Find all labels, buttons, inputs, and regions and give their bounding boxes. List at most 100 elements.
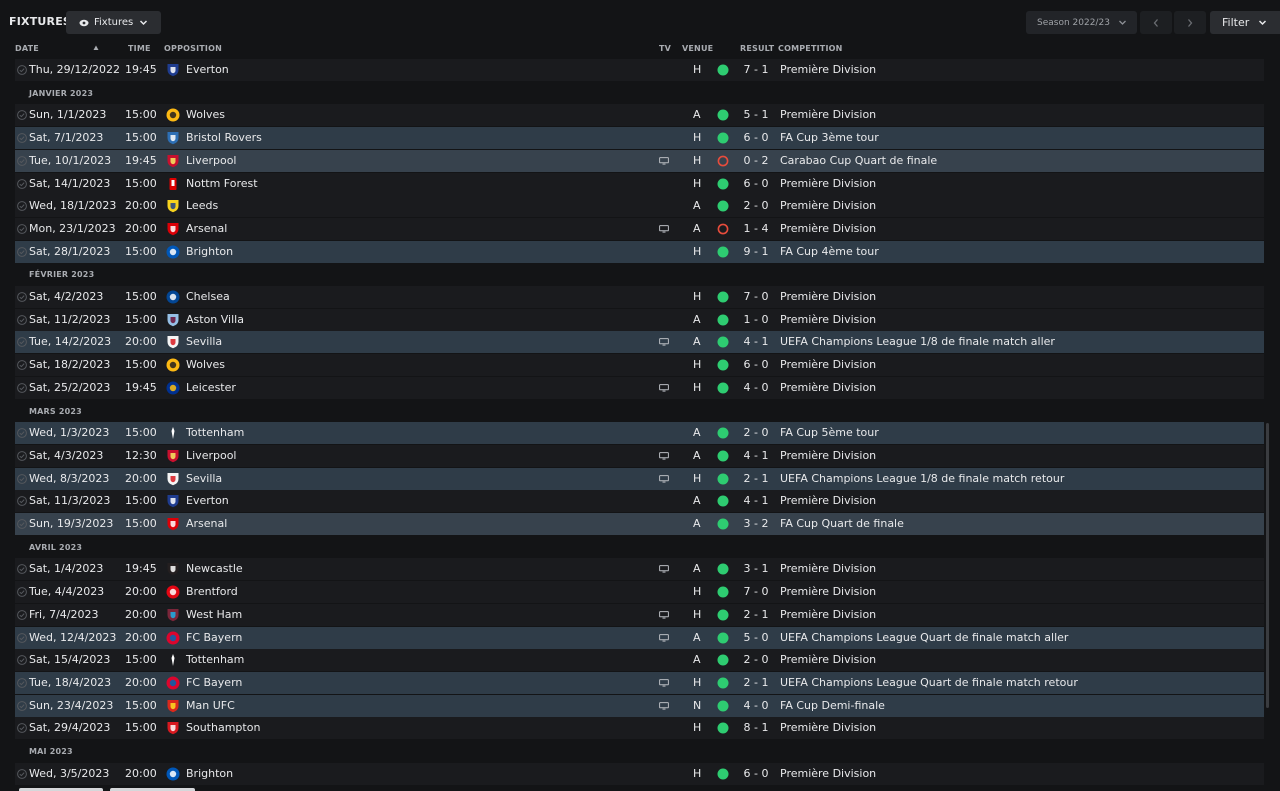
- fixture-competition[interactable]: Première Division: [780, 377, 876, 399]
- fixture-result[interactable]: 7 - 0: [743, 581, 769, 603]
- fixture-competition[interactable]: Première Division: [780, 445, 876, 467]
- fixture-opposition[interactable]: Arsenal: [186, 513, 227, 535]
- next-season-button[interactable]: [1174, 11, 1206, 34]
- fixture-row[interactable]: Sat, 4/2/2023 15:00 Chelsea H 7 - 0 Première …: [15, 286, 1264, 308]
- fixture-result[interactable]: 1 - 0: [743, 309, 769, 331]
- fixture-row[interactable]: Wed, 3/5/2023 20:00 Brighton H 6 - 0 Première…: [15, 762, 1264, 785]
- fixture-result[interactable]: 2 - 0: [743, 422, 769, 444]
- fixture-result[interactable]: 9 - 1: [743, 241, 769, 263]
- fixture-opposition[interactable]: Liverpool: [186, 150, 236, 172]
- fixture-row[interactable]: Wed, 1/3/2023 15:00 Tottenham A 2 - 0 FA Cup …: [15, 422, 1264, 445]
- fixture-competition[interactable]: Première Division: [780, 581, 876, 603]
- fixture-competition[interactable]: FA Cup Demi-finale: [780, 695, 885, 717]
- fixture-result[interactable]: 4 - 1: [743, 331, 769, 353]
- season-selector[interactable]: Season 2022/23: [1026, 11, 1137, 34]
- column-header-competition[interactable]: COMPETITION: [778, 44, 843, 54]
- fixture-result[interactable]: 3 - 2: [743, 513, 769, 535]
- fixture-row[interactable]: Sat, 14/1/2023 15:00 Nottm Forest H 6 - 0 Pre…: [15, 172, 1264, 195]
- fixture-row[interactable]: Mon, 23/1/2023 20:00 Arsenal A 1 - 4 Première…: [15, 217, 1264, 240]
- fixture-result[interactable]: 1 - 4: [743, 218, 769, 240]
- previous-season-button[interactable]: [1140, 11, 1172, 34]
- fixture-opposition[interactable]: Southampton: [186, 717, 260, 739]
- fixture-row[interactable]: Sat, 1/4/2023 19:45 Newcastle A 3 - 1 Premièr…: [15, 558, 1264, 581]
- fixture-opposition[interactable]: FC Bayern: [186, 627, 242, 649]
- fixture-result[interactable]: 6 - 0: [743, 354, 769, 376]
- fixture-opposition[interactable]: Brentford: [186, 581, 238, 603]
- fixture-competition[interactable]: Première Division: [780, 604, 876, 626]
- fixture-competition[interactable]: Première Division: [780, 195, 876, 217]
- fixture-result[interactable]: 4 - 1: [743, 490, 769, 512]
- fixture-row[interactable]: Wed, 18/1/2023 20:00 Leeds A 2 - 0 Première D…: [15, 195, 1264, 218]
- fixture-result[interactable]: 6 - 0: [743, 127, 769, 149]
- fixture-competition[interactable]: Première Division: [780, 309, 876, 331]
- fixture-competition[interactable]: UEFA Champions League Quart de finale ma…: [780, 627, 1068, 649]
- fixture-opposition[interactable]: West Ham: [186, 604, 242, 626]
- column-header-opposition[interactable]: OPPOSITION: [164, 44, 222, 54]
- fixture-result[interactable]: 0 - 2: [743, 150, 769, 172]
- fixture-competition[interactable]: FA Cup 5ème tour: [780, 422, 879, 444]
- fixture-competition[interactable]: Carabao Cup Quart de finale: [780, 150, 937, 172]
- fixture-row[interactable]: Tue, 4/4/2023 20:00 Brentford H 7 - 0 Premièr…: [15, 581, 1264, 604]
- fixture-opposition[interactable]: Brighton: [186, 241, 233, 263]
- fixture-opposition[interactable]: Bristol Rovers: [186, 127, 262, 149]
- fixture-result[interactable]: 2 - 0: [743, 649, 769, 671]
- fixture-opposition[interactable]: Aston Villa: [186, 309, 244, 331]
- fixture-row[interactable]: Sun, 1/1/2023 15:00 Wolves A 5 - 1 Première D…: [15, 104, 1264, 127]
- fixture-competition[interactable]: Première Division: [780, 354, 876, 376]
- fixture-opposition[interactable]: Everton: [186, 490, 229, 512]
- fixture-row[interactable]: Thu, 29/12/2022 19:45 Everton H 7 - 1 Premièr…: [15, 59, 1264, 81]
- fixture-result[interactable]: 7 - 0: [743, 286, 769, 308]
- fixture-result[interactable]: 2 - 1: [743, 672, 769, 694]
- fixture-opposition[interactable]: Nottm Forest: [186, 173, 258, 195]
- fixture-opposition[interactable]: Chelsea: [186, 286, 230, 308]
- fixture-opposition[interactable]: Brighton: [186, 763, 233, 785]
- fixture-row[interactable]: Sat, 11/3/2023 15:00 Everton A 4 - 1 Première…: [15, 490, 1264, 513]
- fixture-row[interactable]: Sat, 25/2/2023 19:45 Leicester H 4 - 0 Premiè…: [15, 376, 1264, 399]
- column-header-tv[interactable]: TV: [659, 44, 671, 54]
- fixture-row[interactable]: Sat, 28/1/2023 15:00 Brighton H 9 - 1 FA Cup …: [15, 240, 1264, 263]
- fixture-opposition[interactable]: Everton: [186, 59, 229, 81]
- fixture-competition[interactable]: Première Division: [780, 490, 876, 512]
- fixture-result[interactable]: 6 - 0: [743, 763, 769, 785]
- fixture-row[interactable]: Sat, 11/2/2023 15:00 Aston Villa A 1 - 0 Prem…: [15, 308, 1264, 331]
- fixture-row[interactable]: Tue, 10/1/2023 19:45 Liverpool H 0 - 2 Caraba…: [15, 149, 1264, 172]
- fixture-row[interactable]: Tue, 18/4/2023 20:00 FC Bayern H 2 - 1 UEFA C…: [15, 671, 1264, 694]
- fixture-opposition[interactable]: Tottenham: [186, 422, 244, 444]
- fixture-competition[interactable]: FA Cup 4ème tour: [780, 241, 879, 263]
- fixture-competition[interactable]: Première Division: [780, 763, 876, 785]
- fixture-competition[interactable]: Première Division: [780, 104, 876, 126]
- fixture-result[interactable]: 4 - 0: [743, 695, 769, 717]
- fixture-result[interactable]: 4 - 1: [743, 445, 769, 467]
- fixture-opposition[interactable]: Sevilla: [186, 468, 222, 490]
- fixture-competition[interactable]: Première Division: [780, 717, 876, 739]
- filter-button[interactable]: Filter: [1210, 11, 1280, 34]
- fixture-competition[interactable]: FA Cup Quart de finale: [780, 513, 904, 535]
- fixture-competition[interactable]: UEFA Champions League 1/8 de finale matc…: [780, 468, 1064, 490]
- fixture-opposition[interactable]: Man UFC: [186, 695, 235, 717]
- column-header-result[interactable]: RESULT: [740, 44, 774, 54]
- fixture-row[interactable]: Sat, 7/1/2023 15:00 Bristol Rovers H 6 - 0 FA…: [15, 127, 1264, 150]
- fixture-competition[interactable]: Première Division: [780, 218, 876, 240]
- fixture-row[interactable]: Sat, 15/4/2023 15:00 Tottenham A 2 - 0 Premiè…: [15, 649, 1264, 672]
- fixture-row[interactable]: Wed, 12/4/2023 20:00 FC Bayern A 5 - 0 UEFA C…: [15, 626, 1264, 649]
- fixture-competition[interactable]: Première Division: [780, 649, 876, 671]
- fixture-opposition[interactable]: Sevilla: [186, 331, 222, 353]
- fixture-result[interactable]: 2 - 1: [743, 468, 769, 490]
- fixture-opposition[interactable]: Leeds: [186, 195, 218, 217]
- fixture-opposition[interactable]: Leicester: [186, 377, 236, 399]
- fixture-row[interactable]: Sun, 19/3/2023 15:00 Arsenal A 3 - 2 FA Cup Q…: [15, 513, 1264, 535]
- fixture-result[interactable]: 3 - 1: [743, 558, 769, 580]
- fixture-row[interactable]: Tue, 14/2/2023 20:00 Sevilla A 4 - 1 UEFA Cha…: [15, 331, 1264, 354]
- fixture-result[interactable]: 8 - 1: [743, 717, 769, 739]
- fixture-result[interactable]: 2 - 0: [743, 195, 769, 217]
- fixture-row[interactable]: Wed, 8/3/2023 20:00 Sevilla H 2 - 1 UEFA Cham…: [15, 467, 1264, 490]
- fixture-competition[interactable]: Première Division: [780, 558, 876, 580]
- fixture-result[interactable]: 5 - 0: [743, 627, 769, 649]
- fixture-opposition[interactable]: FC Bayern: [186, 672, 242, 694]
- column-header-venue[interactable]: VENUE: [682, 44, 713, 54]
- fixture-row[interactable]: Sat, 29/4/2023 15:00 Southampton H 8 - 1 Prem…: [15, 717, 1264, 740]
- fixture-result[interactable]: 5 - 1: [743, 104, 769, 126]
- fixture-competition[interactable]: Première Division: [780, 59, 876, 81]
- fixture-opposition[interactable]: Wolves: [186, 104, 225, 126]
- fixture-result[interactable]: 4 - 0: [743, 377, 769, 399]
